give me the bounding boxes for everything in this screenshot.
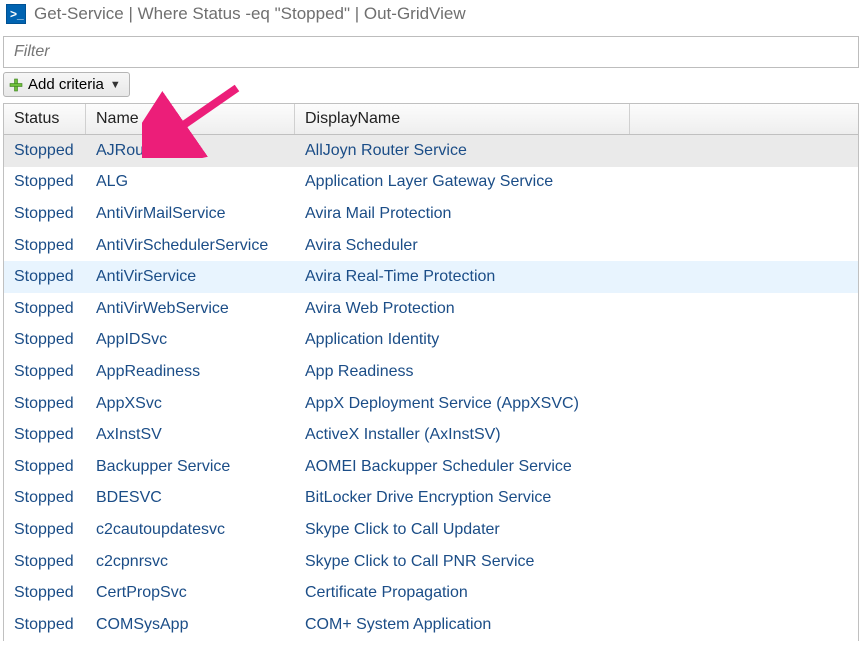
cell-status: Stopped — [4, 237, 86, 255]
cell-displayname: Avira Web Protection — [295, 300, 858, 318]
table-row[interactable]: StoppedCertPropSvcCertificate Propagatio… — [4, 577, 858, 609]
cell-status: Stopped — [4, 553, 86, 571]
grid-view: Status Name DisplayName StoppedAJRouterA… — [3, 103, 859, 641]
table-row[interactable]: StoppedAntiVirServiceAvira Real-Time Pro… — [4, 261, 858, 293]
table-row[interactable]: StoppedAppXSvcAppX Deployment Service (A… — [4, 388, 858, 420]
cell-displayname: COM+ System Application — [295, 616, 858, 634]
table-row[interactable]: StoppedAntiVirSchedulerServiceAvira Sche… — [4, 230, 858, 262]
cell-displayname: Skype Click to Call Updater — [295, 521, 858, 539]
criteria-bar: Add criteria ▼ — [3, 72, 859, 97]
cell-status: Stopped — [4, 426, 86, 444]
cell-displayname: ActiveX Installer (AxInstSV) — [295, 426, 858, 444]
table-row[interactable]: StoppedAntiVirMailServiceAvira Mail Prot… — [4, 198, 858, 230]
column-header-displayname[interactable]: DisplayName — [295, 104, 630, 134]
table-row[interactable]: StoppedAJRouterAllJoyn Router Service — [4, 135, 858, 167]
cell-name: AppReadiness — [86, 363, 295, 381]
table-row[interactable]: StoppedBDESVCBitLocker Drive Encryption … — [4, 483, 858, 515]
cell-displayname: AppX Deployment Service (AppXSVC) — [295, 395, 858, 413]
cell-name: AntiVirMailService — [86, 205, 295, 223]
table-row[interactable]: Stoppedc2cpnrsvcSkype Click to Call PNR … — [4, 546, 858, 578]
table-row[interactable]: StoppedAxInstSVActiveX Installer (AxInst… — [4, 419, 858, 451]
cell-status: Stopped — [4, 489, 86, 507]
cell-status: Stopped — [4, 521, 86, 539]
add-criteria-label: Add criteria — [28, 76, 104, 93]
cell-displayname: Application Identity — [295, 331, 858, 349]
cell-name: AntiVirWebService — [86, 300, 295, 318]
table-row[interactable]: StoppedAntiVirWebServiceAvira Web Protec… — [4, 293, 858, 325]
grid-body[interactable]: StoppedAJRouterAllJoyn Router ServiceSto… — [4, 135, 858, 641]
cell-displayname: AOMEI Backupper Scheduler Service — [295, 458, 858, 476]
cell-name: AntiVirService — [86, 268, 295, 286]
cell-displayname: Skype Click to Call PNR Service — [295, 553, 858, 571]
table-row[interactable]: StoppedBackupper ServiceAOMEI Backupper … — [4, 451, 858, 483]
cell-status: Stopped — [4, 584, 86, 602]
cell-displayname: Avira Real-Time Protection — [295, 268, 858, 286]
cell-status: Stopped — [4, 300, 86, 318]
cell-displayname: BitLocker Drive Encryption Service — [295, 489, 858, 507]
window-titlebar: >_ Get-Service | Where Status -eq "Stopp… — [0, 0, 862, 30]
cell-name: BDESVC — [86, 489, 295, 507]
filter-input[interactable] — [12, 42, 850, 62]
cell-name: CertPropSvc — [86, 584, 295, 602]
table-row[interactable]: StoppedAppIDSvcApplication Identity — [4, 325, 858, 357]
cell-status: Stopped — [4, 395, 86, 413]
cell-status: Stopped — [4, 173, 86, 191]
filter-bar[interactable] — [3, 36, 859, 68]
cell-status: Stopped — [4, 363, 86, 381]
table-row[interactable]: StoppedALGApplication Layer Gateway Serv… — [4, 167, 858, 199]
cell-name: AppIDSvc — [86, 331, 295, 349]
cell-name: COMSysApp — [86, 616, 295, 634]
powershell-icon: >_ — [6, 4, 26, 24]
cell-name: c2cautoupdatesvc — [86, 521, 295, 539]
plus-icon — [8, 77, 24, 93]
column-header-name[interactable]: Name — [86, 104, 295, 134]
cell-displayname: Application Layer Gateway Service — [295, 173, 858, 191]
table-row[interactable]: Stoppedc2cautoupdatesvcSkype Click to Ca… — [4, 514, 858, 546]
table-row[interactable]: StoppedAppReadinessApp Readiness — [4, 356, 858, 388]
cell-name: AxInstSV — [86, 426, 295, 444]
cell-status: Stopped — [4, 142, 86, 160]
chevron-down-icon: ▼ — [110, 79, 121, 91]
cell-displayname: App Readiness — [295, 363, 858, 381]
window-title: Get-Service | Where Status -eq "Stopped"… — [34, 4, 466, 24]
cell-displayname: Avira Mail Protection — [295, 205, 858, 223]
cell-status: Stopped — [4, 205, 86, 223]
column-header-status[interactable]: Status — [4, 104, 86, 134]
cell-name: AJRouter — [86, 142, 295, 160]
cell-name: AntiVirSchedulerService — [86, 237, 295, 255]
table-row[interactable]: StoppedCOMSysAppCOM+ System Application — [4, 609, 858, 641]
cell-name: AppXSvc — [86, 395, 295, 413]
cell-status: Stopped — [4, 331, 86, 349]
cell-displayname: Certificate Propagation — [295, 584, 858, 602]
cell-displayname: Avira Scheduler — [295, 237, 858, 255]
cell-status: Stopped — [4, 268, 86, 286]
cell-name: ALG — [86, 173, 295, 191]
cell-name: Backupper Service — [86, 458, 295, 476]
add-criteria-button[interactable]: Add criteria ▼ — [3, 72, 130, 97]
cell-status: Stopped — [4, 458, 86, 476]
cell-name: c2cpnrsvc — [86, 553, 295, 571]
cell-displayname: AllJoyn Router Service — [295, 142, 858, 160]
column-header-spacer — [630, 104, 858, 134]
grid-header: Status Name DisplayName — [4, 104, 858, 135]
cell-status: Stopped — [4, 616, 86, 634]
